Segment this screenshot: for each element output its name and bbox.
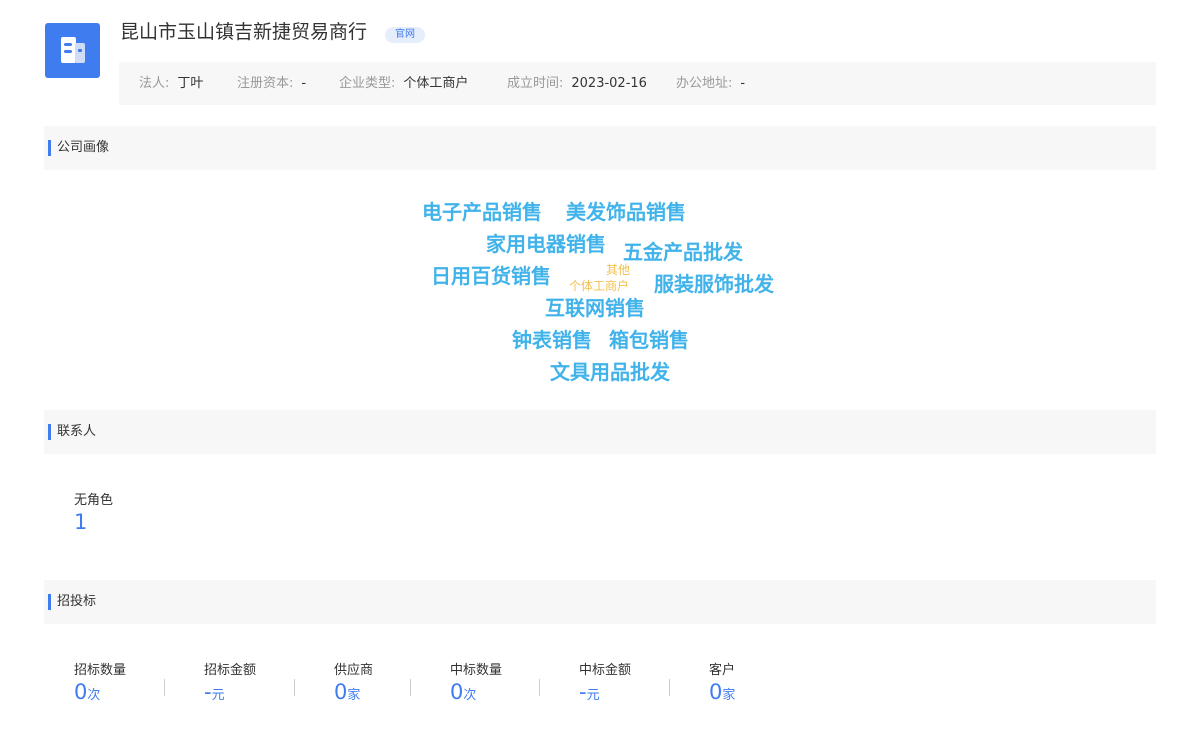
stat-label: 供应商 (334, 663, 374, 678)
stat-unit: 元 (211, 688, 225, 703)
info-label: 企业类型: (339, 76, 396, 91)
section-title: 招投标 (57, 594, 97, 609)
bid-amount-stat[interactable]: 招标金额 -元 (204, 662, 256, 705)
stat-divider (294, 679, 295, 696)
win-count-stat[interactable]: 中标数量 0次 (450, 662, 502, 705)
contact-role-stat[interactable]: 无角色 1 (74, 492, 113, 535)
registered-capital: 注册资本: - (237, 75, 306, 92)
stat-value: 0 (74, 680, 88, 704)
section-bidding: 招投标 (44, 580, 1156, 624)
stat-label: 招标数量 (74, 663, 127, 678)
win-amount-stat[interactable]: 中标金额 -元 (579, 662, 631, 705)
cloud-word: 钟表销售 (512, 328, 592, 352)
section-portrait: 公司画像 (44, 126, 1156, 170)
stat-divider (539, 679, 540, 696)
stat-unit: 次 (87, 688, 101, 703)
stat-value: 0 (334, 680, 348, 704)
info-label: 法人: (139, 76, 170, 91)
bid-count-stat[interactable]: 招标数量 0次 (74, 662, 126, 705)
contact-role-count: 1 (74, 510, 88, 534)
office-address: 办公地址: - (676, 75, 745, 92)
cloud-word: 日用百货销售 (431, 264, 551, 288)
section-accent-bar (48, 424, 51, 440)
section-title: 公司画像 (57, 140, 110, 155)
info-value: 2023-02-16 (571, 76, 647, 91)
stat-unit: 家 (722, 688, 736, 703)
stat-unit: 次 (463, 688, 477, 703)
section-accent-bar (48, 140, 51, 156)
stat-value: - (579, 680, 587, 704)
stat-label: 中标金额 (579, 663, 632, 678)
cloud-word: 其他 (606, 263, 631, 277)
cloud-word: 箱包销售 (609, 328, 689, 352)
stat-unit: 家 (347, 688, 361, 703)
info-value: 丁叶 (177, 76, 204, 91)
cloud-word: 五金产品批发 (623, 240, 743, 264)
info-value: - (301, 76, 307, 91)
cloud-word: 文具用品批发 (550, 360, 670, 384)
established-date: 成立时间: 2023-02-16 (507, 75, 647, 92)
cloud-word: 服装服饰批发 (654, 272, 774, 296)
stat-divider (164, 679, 165, 696)
info-value: - (740, 76, 746, 91)
cloud-word: 家用电器销售 (486, 232, 606, 256)
stat-value: - (204, 680, 212, 704)
company-info-bar: 法人: 丁叶 注册资本: - 企业类型: 个体工商户 成立时间: 2023-02-16 … (119, 62, 1156, 105)
customer-stat[interactable]: 客户 0家 (709, 662, 735, 705)
stat-value: 0 (450, 680, 464, 704)
cloud-word: 电子产品销售 (422, 200, 542, 224)
cloud-word: 互联网销售 (545, 296, 645, 320)
building-icon (61, 37, 85, 63)
section-contacts: 联系人 (44, 410, 1156, 454)
info-label: 注册资本: (237, 76, 294, 91)
contact-role-label: 无角色 (74, 493, 114, 508)
supplier-stat[interactable]: 供应商 0家 (334, 662, 373, 705)
stat-divider (669, 679, 670, 696)
stat-label: 客户 (709, 663, 736, 678)
stat-unit: 元 (586, 688, 600, 703)
info-label: 成立时间: (507, 76, 564, 91)
website-badge[interactable]: 官网 (385, 27, 425, 43)
cloud-word: 个体工商户 (569, 279, 630, 293)
stat-divider (410, 679, 411, 696)
section-accent-bar (48, 594, 51, 610)
legal-person: 法人: 丁叶 (139, 75, 203, 92)
company-name: 昆山市玉山镇吉新捷贸易商行 (120, 21, 368, 43)
section-title: 联系人 (57, 424, 97, 439)
info-value: 个体工商户 (403, 76, 469, 91)
info-label: 办公地址: (676, 76, 733, 91)
stat-value: 0 (709, 680, 723, 704)
company-logo (45, 23, 100, 78)
cloud-word: 美发饰品销售 (566, 200, 686, 224)
company-type: 企业类型: 个体工商户 (339, 75, 468, 92)
stat-label: 中标数量 (450, 663, 503, 678)
stat-label: 招标金额 (204, 663, 257, 678)
